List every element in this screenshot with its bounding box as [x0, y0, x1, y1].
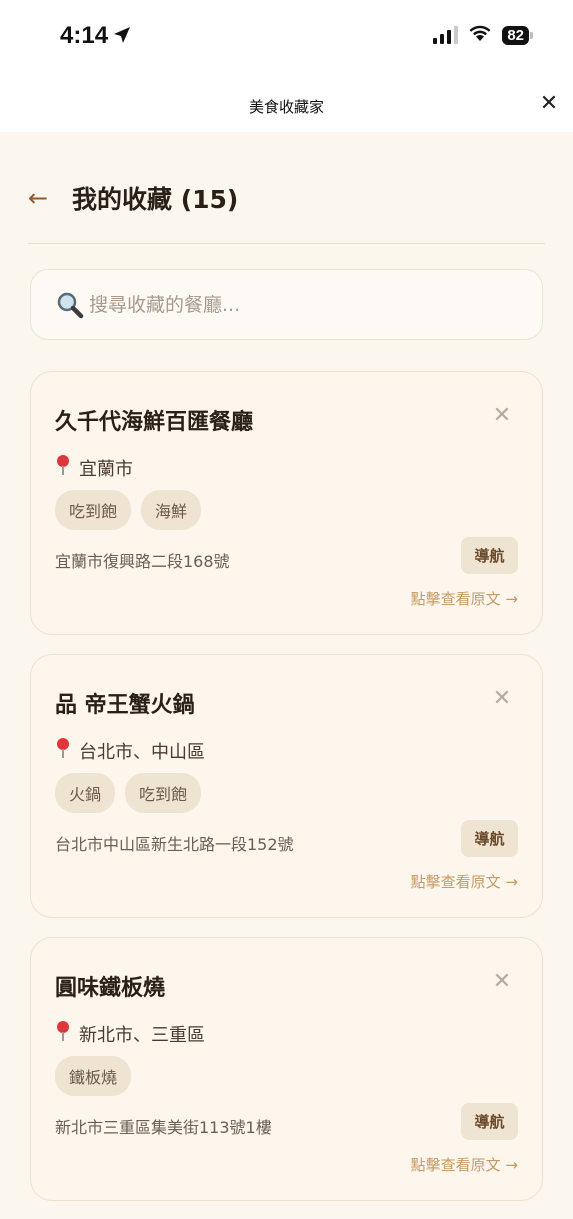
view-original-link[interactable]: 點擊查看原文 → [411, 588, 518, 609]
battery-icon: 82 [502, 25, 533, 45]
pin-icon [55, 1020, 71, 1047]
tag-list: 吃到飽 海鮮 [55, 490, 202, 530]
restaurant-name: 久千代海鮮百匯餐廳 [55, 410, 254, 435]
restaurant-address: 宜蘭市復興路二段168號 [55, 552, 230, 571]
page-title: 我的收藏 (15) [72, 185, 239, 214]
location-text: 新北市、三重區 [79, 1024, 205, 1046]
remove-icon[interactable]: ✕ [490, 685, 514, 713]
back-arrow-icon[interactable]: ← [28, 184, 58, 212]
remove-icon[interactable]: ✕ [490, 402, 514, 430]
battery-level: 82 [502, 25, 529, 45]
restaurant-card[interactable]: 久千代海鮮百匯餐廳 ✕ 宜蘭市 吃到飽 海鮮 宜蘭市復興路二段168號 導航 點… [30, 371, 543, 635]
status-bar: 4:14 82 [0, 0, 573, 72]
tag[interactable]: 吃到飽 [125, 773, 202, 813]
time-text: 4:14 [60, 22, 109, 49]
navigate-button[interactable]: 導航 [461, 1103, 518, 1140]
pin-icon [55, 454, 71, 481]
restaurant-location: 新北市、三重區 [55, 1020, 205, 1047]
location-text: 台北市、中山區 [79, 741, 205, 763]
restaurant-address: 台北市中山區新生北路一段152號 [55, 835, 294, 854]
navigate-button[interactable]: 導航 [461, 820, 518, 857]
restaurant-location: 宜蘭市 [55, 454, 133, 481]
tag-list: 鐵板燒 [55, 1056, 132, 1096]
restaurant-card[interactable]: 品 帝王蟹火鍋 ✕ 台北市、中山區 火鍋 吃到飽 台北市中山區新生北路一段152… [30, 654, 543, 918]
pin-icon [55, 737, 71, 764]
restaurant-location: 台北市、中山區 [55, 737, 205, 764]
remove-icon[interactable]: ✕ [490, 968, 514, 996]
page-header: ← 我的收藏 (15) [28, 176, 545, 220]
restaurant-name: 圓味鐵板燒 [55, 976, 166, 1001]
search-input[interactable] [89, 293, 509, 316]
view-original-link[interactable]: 點擊查看原文 → [411, 1154, 518, 1175]
tag[interactable]: 火鍋 [55, 773, 116, 813]
close-icon[interactable]: ✕ [537, 92, 561, 116]
wifi-icon [468, 24, 492, 46]
tag-list: 火鍋 吃到飽 [55, 773, 202, 813]
restaurant-card[interactable]: 圓味鐵板燒 ✕ 新北市、三重區 鐵板燒 新北市三重區集美街113號1樓 導航 點… [30, 937, 543, 1201]
navigate-button[interactable]: 導航 [461, 537, 518, 574]
location-text: 宜蘭市 [79, 458, 133, 480]
divider [28, 243, 545, 244]
nav-title: 美食收藏家 [248, 98, 324, 116]
restaurant-name: 品 帝王蟹火鍋 [55, 693, 195, 718]
nav-bar: 美食收藏家 ✕ [0, 72, 573, 132]
status-time: 4:14 [60, 22, 132, 52]
cellular-signal-icon [433, 26, 459, 44]
restaurant-address: 新北市三重區集美街113號1樓 [55, 1118, 272, 1137]
tag[interactable]: 吃到飽 [55, 490, 132, 530]
magnifier-icon [55, 290, 85, 320]
tag[interactable]: 鐵板燒 [55, 1056, 132, 1096]
tag[interactable]: 海鮮 [141, 490, 202, 530]
search-bar[interactable] [30, 269, 543, 340]
view-original-link[interactable]: 點擊查看原文 → [411, 871, 518, 892]
location-arrow-icon [112, 24, 132, 52]
